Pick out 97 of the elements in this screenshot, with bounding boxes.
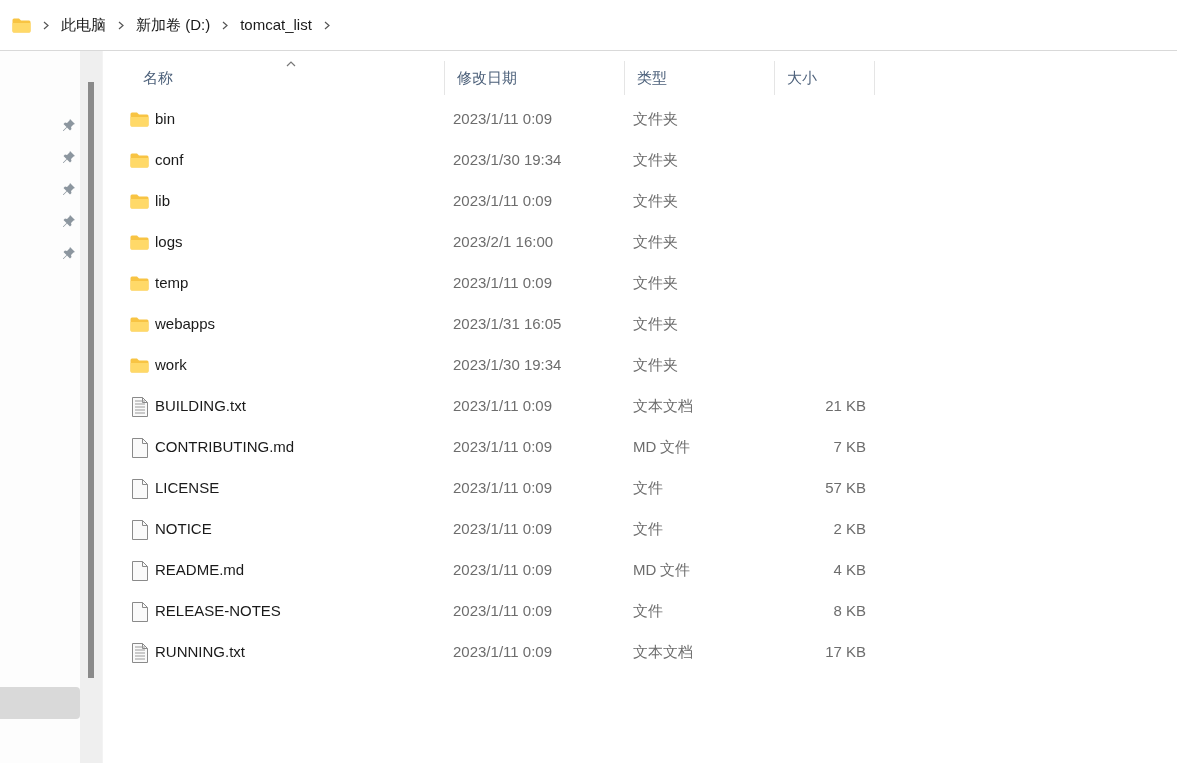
chevron-right-icon bbox=[222, 20, 229, 30]
pin-icon bbox=[62, 246, 76, 260]
sort-up-icon bbox=[286, 61, 296, 67]
file-type: 文本文档 bbox=[633, 643, 693, 661]
folder-icon bbox=[12, 17, 31, 33]
modified-date: 2023/1/11 0:09 bbox=[453, 643, 552, 661]
file-size: 17 KB bbox=[825, 642, 866, 663]
file-size: 7 KB bbox=[833, 437, 866, 458]
file-type: 文件夹 bbox=[633, 110, 678, 128]
text-document-icon bbox=[131, 642, 148, 663]
file-row[interactable]: README.md 2023/1/11 0:09 MD 文件 4 KB bbox=[130, 550, 1177, 591]
column-header[interactable]: 类型 bbox=[625, 61, 775, 95]
document-icon bbox=[131, 560, 148, 581]
file-row[interactable]: LICENSE 2023/1/11 0:09 文件 57 KB bbox=[130, 468, 1177, 509]
file-row[interactable]: lib 2023/1/11 0:09 文件夹 bbox=[130, 181, 1177, 222]
document-icon bbox=[131, 478, 148, 499]
file-row[interactable]: RELEASE-NOTES 2023/1/11 0:09 文件 8 KB bbox=[130, 591, 1177, 632]
folder-icon bbox=[130, 317, 149, 332]
modified-date: 2023/1/11 0:09 bbox=[453, 110, 552, 128]
file-name: README.md bbox=[155, 560, 245, 581]
file-row[interactable]: RUNNING.txt 2023/1/11 0:09 文本文档 17 KB bbox=[130, 632, 1177, 673]
file-type: 文件夹 bbox=[633, 315, 678, 333]
modified-date: 2023/1/11 0:09 bbox=[453, 602, 552, 620]
file-row[interactable]: logs 2023/2/1 16:00 文件夹 bbox=[130, 222, 1177, 263]
chevron-right-icon bbox=[323, 20, 330, 30]
file-name: conf bbox=[155, 150, 184, 171]
file-row[interactable]: CONTRIBUTING.md 2023/1/11 0:09 MD 文件 7 KB bbox=[130, 427, 1177, 468]
file-name: work bbox=[155, 355, 187, 376]
file-size: 4 KB bbox=[833, 560, 866, 581]
file-type: 文件夹 bbox=[633, 356, 678, 374]
file-name: webapps bbox=[155, 314, 216, 335]
modified-date: 2023/1/30 19:34 bbox=[453, 151, 562, 169]
column-header[interactable]: 名称 bbox=[130, 61, 445, 95]
file-type: MD 文件 bbox=[633, 438, 691, 456]
folder-icon bbox=[130, 358, 149, 373]
file-name: BUILDING.txt bbox=[155, 396, 246, 417]
document-icon bbox=[131, 519, 148, 540]
file-name: bin bbox=[155, 109, 176, 130]
file-name: temp bbox=[155, 273, 189, 294]
file-type: 文件 bbox=[633, 602, 663, 620]
folder-icon bbox=[130, 276, 149, 291]
file-row[interactable]: temp 2023/1/11 0:09 文件夹 bbox=[130, 263, 1177, 304]
file-type: 文本文档 bbox=[633, 397, 693, 415]
document-icon bbox=[131, 601, 148, 622]
pin-icon bbox=[62, 150, 76, 164]
file-name: RELEASE-NOTES bbox=[155, 601, 281, 622]
modified-date: 2023/2/1 16:00 bbox=[453, 233, 554, 251]
file-type: 文件夹 bbox=[633, 274, 678, 292]
file-size: 8 KB bbox=[833, 601, 866, 622]
file-name: lib bbox=[155, 191, 170, 212]
file-name: CONTRIBUTING.md bbox=[155, 437, 295, 458]
file-size: 2 KB bbox=[833, 519, 866, 540]
file-name: RUNNING.txt bbox=[155, 642, 245, 663]
modified-date: 2023/1/11 0:09 bbox=[453, 192, 552, 210]
modified-date: 2023/1/31 16:05 bbox=[453, 315, 562, 333]
address-bar[interactable]: 此电脑 新加卷 (D:) tomcat_list bbox=[0, 0, 1177, 51]
file-row[interactable]: bin 2023/1/11 0:09 文件夹 bbox=[130, 99, 1177, 140]
file-type: 文件夹 bbox=[633, 233, 678, 251]
chevron-right-icon bbox=[118, 20, 124, 30]
pin-icon bbox=[62, 118, 76, 132]
folder-icon bbox=[130, 235, 149, 250]
file-row[interactable]: work 2023/1/30 19:34 文件夹 bbox=[130, 345, 1177, 386]
document-icon bbox=[131, 437, 148, 458]
scrollbar-thumb[interactable] bbox=[88, 82, 94, 678]
text-document-icon bbox=[131, 396, 148, 417]
file-size: 57 KB bbox=[825, 478, 866, 499]
breadcrumb-item[interactable]: 新加卷 (D:) bbox=[136, 13, 211, 37]
file-row[interactable]: conf 2023/1/30 19:34 文件夹 bbox=[130, 140, 1177, 181]
modified-date: 2023/1/11 0:09 bbox=[453, 397, 552, 415]
pin-icon bbox=[62, 182, 76, 196]
modified-date: 2023/1/30 19:34 bbox=[453, 356, 562, 374]
chevron-right-icon bbox=[43, 20, 49, 30]
column-header[interactable]: 修改日期 bbox=[445, 61, 625, 95]
file-row[interactable]: webapps 2023/1/31 16:05 文件夹 bbox=[130, 304, 1177, 345]
folder-icon bbox=[130, 112, 149, 127]
column-header[interactable]: 大小 bbox=[775, 61, 875, 95]
file-row[interactable]: NOTICE 2023/1/11 0:09 文件 2 KB bbox=[130, 509, 1177, 550]
breadcrumb-item[interactable]: 此电脑 bbox=[61, 13, 106, 37]
modified-date: 2023/1/11 0:09 bbox=[453, 438, 552, 456]
folder-icon bbox=[130, 194, 149, 209]
modified-date: 2023/1/11 0:09 bbox=[453, 520, 552, 538]
file-name: NOTICE bbox=[155, 519, 212, 540]
file-row[interactable]: BUILDING.txt 2023/1/11 0:09 文本文档 21 KB bbox=[130, 386, 1177, 427]
folder-icon bbox=[130, 153, 149, 168]
file-name: LICENSE bbox=[155, 478, 220, 499]
modified-date: 2023/1/11 0:09 bbox=[453, 561, 552, 579]
modified-date: 2023/1/11 0:09 bbox=[453, 274, 552, 292]
file-size: 21 KB bbox=[825, 396, 866, 417]
file-type: 文件 bbox=[633, 520, 663, 538]
modified-date: 2023/1/11 0:09 bbox=[453, 479, 552, 497]
file-type: 文件 bbox=[633, 479, 663, 497]
pin-icon bbox=[62, 214, 76, 228]
file-type: 文件夹 bbox=[633, 192, 678, 210]
file-type: 文件夹 bbox=[633, 151, 678, 169]
file-name: logs bbox=[155, 232, 183, 253]
file-type: MD 文件 bbox=[633, 561, 691, 579]
breadcrumb-item[interactable]: tomcat_list bbox=[240, 13, 312, 37]
